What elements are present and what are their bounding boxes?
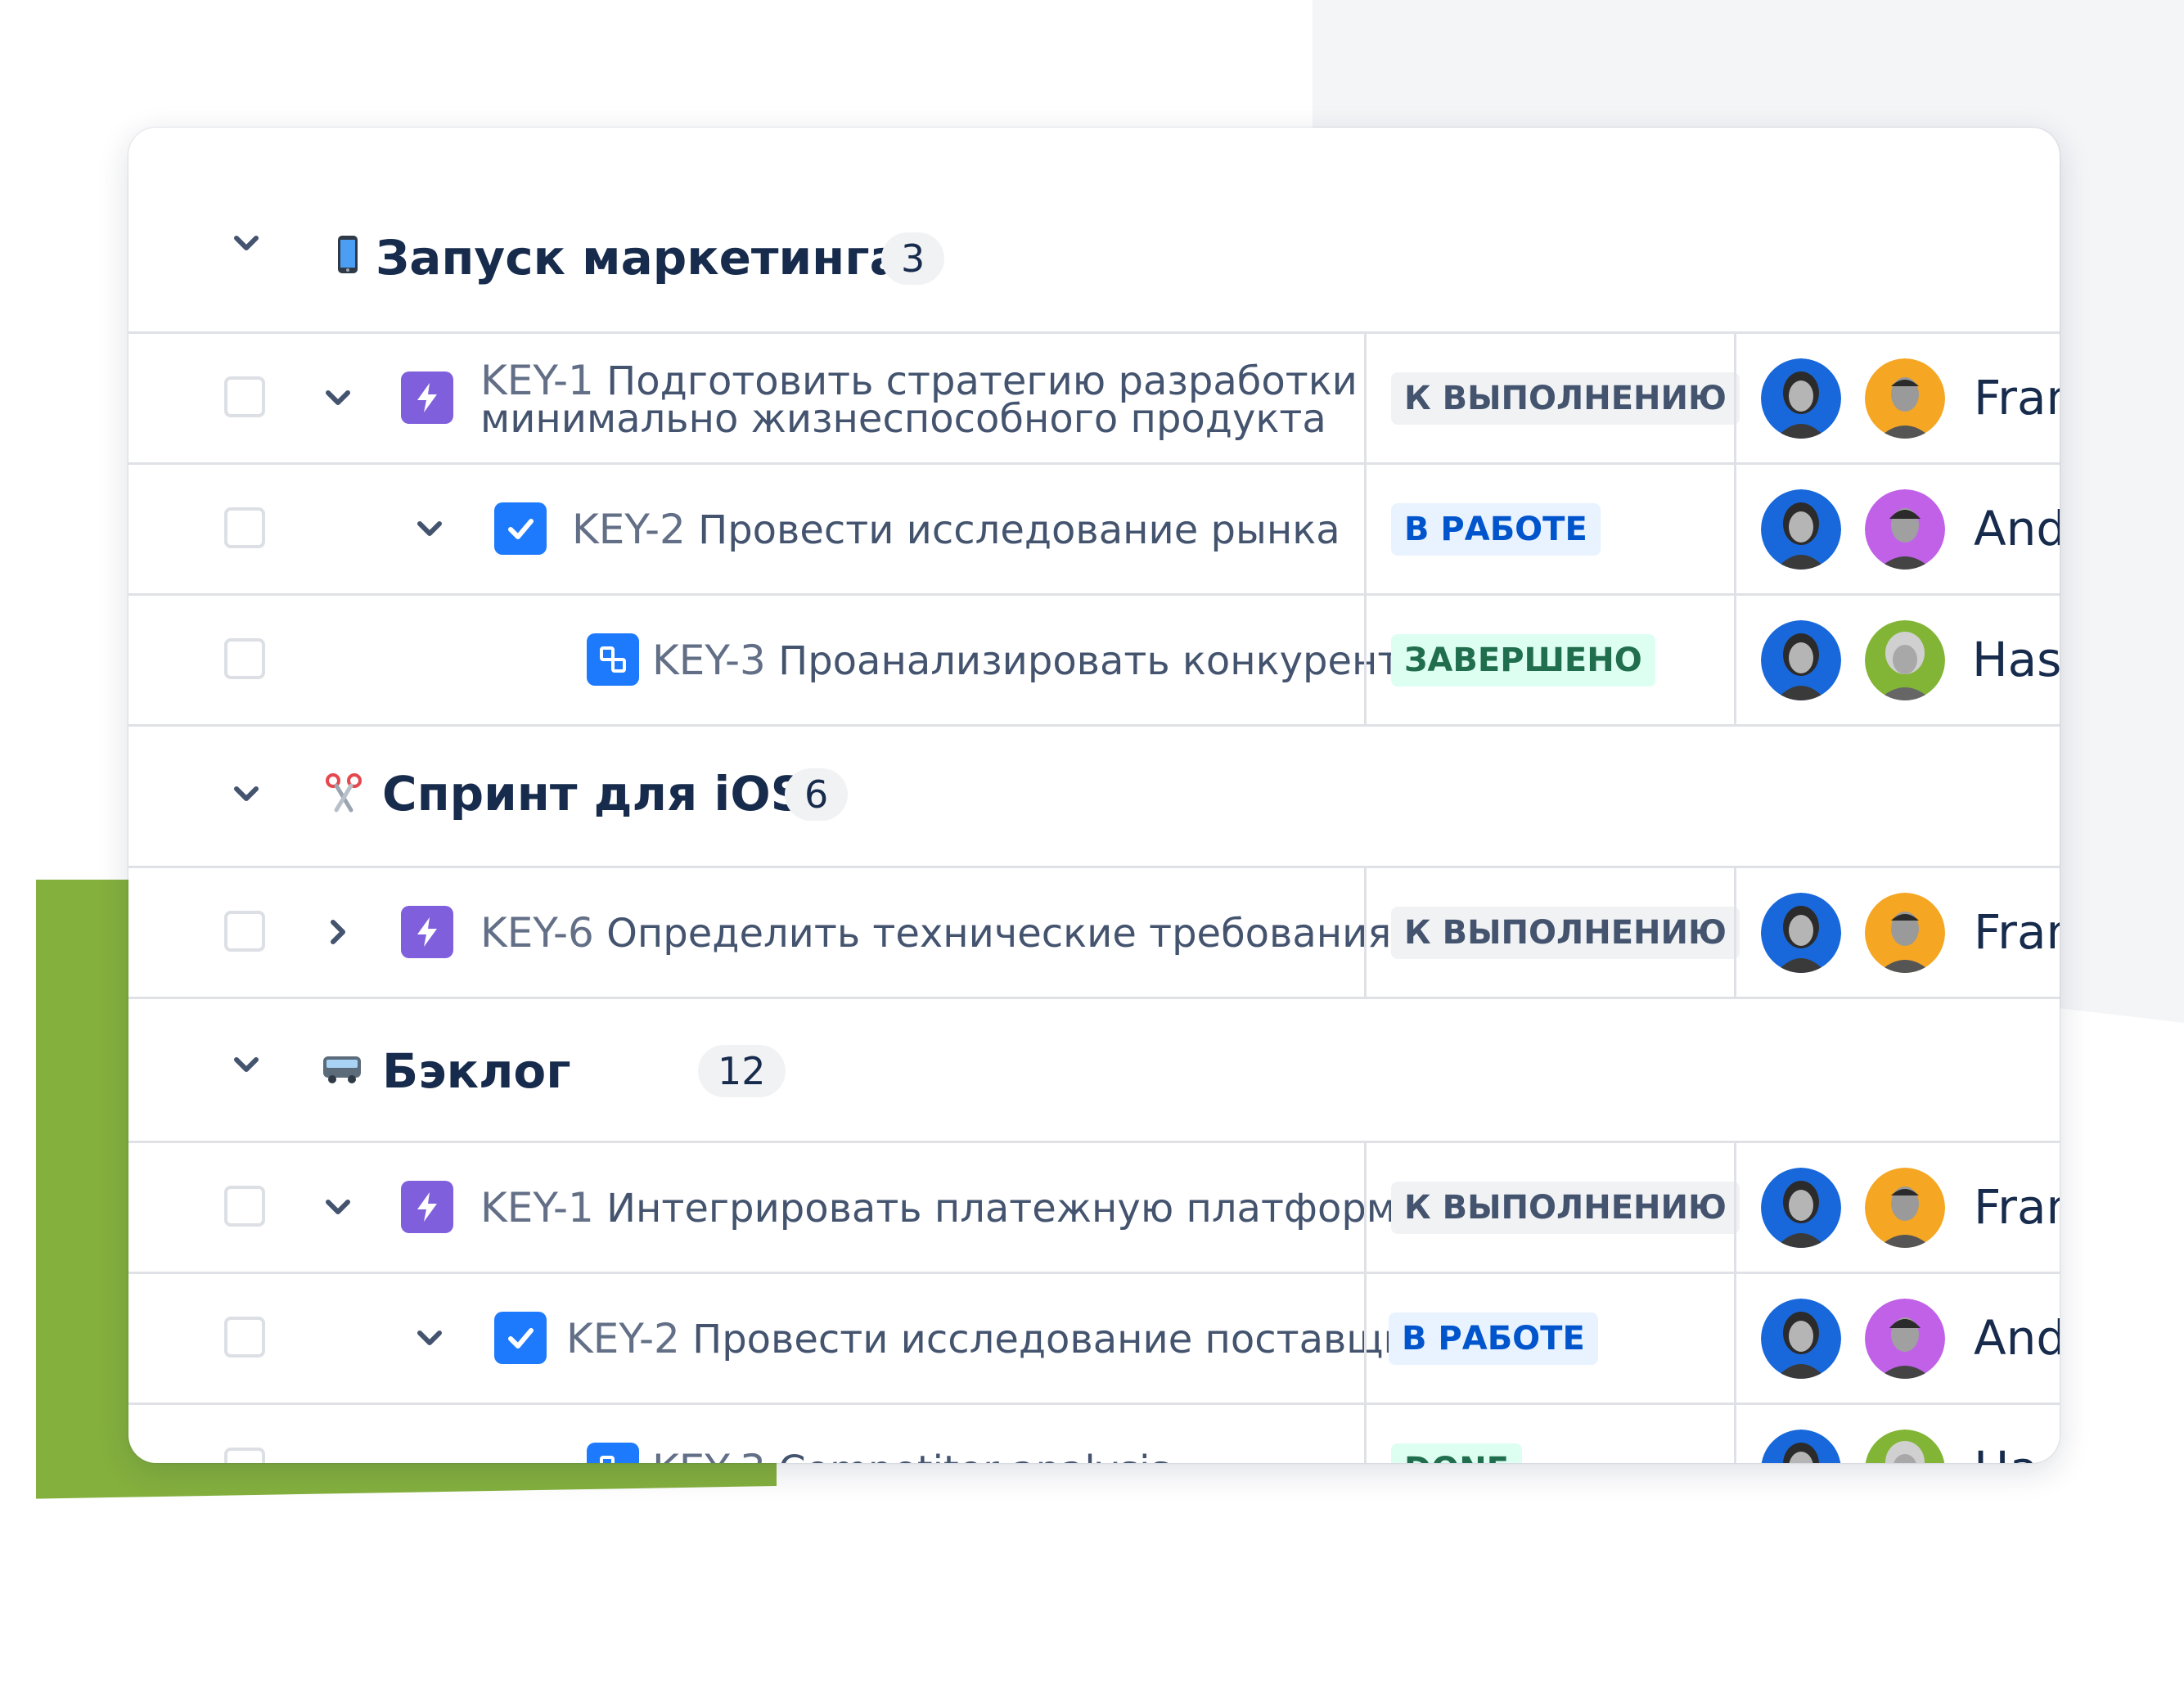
task-title-line2: минимально жизнеспособного продукта — [480, 396, 1326, 442]
avatar — [1865, 1168, 1945, 1248]
task-key: KEY-2 — [566, 1315, 680, 1362]
task-title-text: Проанализировать конкурентов — [778, 638, 1448, 684]
row-checkbox[interactable] — [224, 507, 265, 548]
lightning-icon — [401, 1181, 453, 1233]
chevron-right-icon[interactable] — [320, 914, 356, 950]
avatar — [1761, 1168, 1841, 1248]
assignee-name: Fran — [1974, 1179, 2060, 1235]
scissors-icon — [323, 772, 364, 813]
task-title-text: Провести исследование поставщиков — [692, 1317, 1480, 1362]
status-badge[interactable]: К ВЫПОЛНЕНИЮ — [1391, 1182, 1740, 1234]
task-key: KEY-3 — [652, 637, 766, 684]
chevron-down-icon[interactable] — [320, 1189, 356, 1225]
status-badge[interactable]: В РАБОТЕ — [1389, 1313, 1598, 1365]
status-badge[interactable]: К ВЫПОЛНЕНИЮ — [1391, 907, 1740, 959]
table-row[interactable]: KEY-3 Competitor analysis DONE Hass — [128, 1403, 2060, 1463]
task-title-text: Провести исследование рынка — [698, 507, 1340, 553]
group-header-backlog: Бэклог 12 — [128, 997, 2060, 1143]
task-title: KEY-6 Определить технические требования — [480, 912, 1391, 953]
table-row[interactable]: KEY-1 Подготовить стратегию разработки м… — [128, 331, 2060, 465]
avatar — [1761, 620, 1841, 700]
mobile-phone-icon — [327, 234, 368, 275]
group-count-badge: 12 — [698, 1045, 786, 1097]
avatar — [1761, 893, 1841, 973]
group-title: Запуск маркетинга — [376, 230, 902, 286]
row-checkbox[interactable] — [224, 911, 265, 952]
avatar — [1865, 1299, 1945, 1379]
task-title: KEY-1 Подготовить стратегию разработки м… — [480, 360, 1358, 439]
lightning-icon — [401, 906, 453, 958]
group-header-marketing: Запуск маркетинга 3 — [128, 128, 2060, 331]
avatar — [1761, 1430, 1841, 1463]
group-title: Спринт для iOS — [382, 766, 805, 822]
row-checkbox[interactable] — [224, 1186, 265, 1227]
subtask-icon — [587, 1443, 639, 1463]
avatar — [1865, 489, 1945, 570]
row-checkbox[interactable] — [224, 376, 265, 417]
assignee-name: Hass — [1972, 632, 2060, 687]
status-badge[interactable]: ЗАВЕРШЕНО — [1391, 634, 1655, 687]
chevron-down-icon[interactable] — [228, 776, 264, 812]
avatar — [1865, 620, 1945, 700]
chevron-down-icon[interactable] — [228, 225, 264, 261]
group-count-badge: 6 — [785, 768, 849, 821]
task-title: KEY-2 Провести исследование рынка — [572, 509, 1340, 550]
task-key: KEY-1 — [480, 1184, 594, 1231]
task-title: KEY-1 Интегрировать платежную платформу — [480, 1187, 1419, 1228]
checkmark-icon — [494, 1312, 547, 1364]
group-title: Бэклог — [382, 1043, 571, 1099]
task-title-text: Определить технические требования — [606, 911, 1392, 957]
lightning-icon — [401, 371, 453, 424]
chevron-down-icon[interactable] — [320, 380, 356, 416]
chevron-down-icon[interactable] — [412, 1320, 448, 1356]
table-row[interactable]: KEY-3 Проанализировать конкурентов ЗАВЕР… — [128, 593, 2060, 727]
avatar — [1865, 358, 1945, 439]
status-badge[interactable]: DONE — [1391, 1443, 1523, 1463]
subtask-icon — [587, 633, 639, 686]
row-checkbox[interactable] — [224, 638, 265, 679]
assignee-name: Fran — [1974, 904, 2060, 960]
avatar — [1865, 893, 1945, 973]
status-badge[interactable]: К ВЫПОЛНЕНИЮ — [1391, 372, 1740, 425]
task-key: KEY-6 — [480, 909, 594, 957]
table-row[interactable]: KEY-2 Провести исследование поставщиков … — [128, 1272, 2060, 1405]
task-title-text: Интегрировать платежную платформу — [606, 1186, 1420, 1231]
row-checkbox[interactable] — [224, 1317, 265, 1358]
table-row[interactable]: KEY-6 Определить технические требования … — [128, 866, 2060, 999]
avatar — [1761, 1299, 1841, 1379]
task-key: KEY-2 — [572, 506, 686, 553]
task-title: KEY-3 Проанализировать конкурентов — [652, 640, 1448, 681]
chevron-down-icon[interactable] — [228, 1047, 264, 1083]
avatar — [1761, 489, 1841, 570]
table-row[interactable]: KEY-1 Интегрировать платежную платформу … — [128, 1141, 2060, 1274]
assignee-name: Hass — [1974, 1441, 2060, 1463]
group-header-ios-sprint: Спринт для iOS 6 — [128, 724, 2060, 858]
task-title: KEY-2 Провести исследование поставщиков — [566, 1318, 1479, 1359]
group-count-badge: 3 — [881, 232, 945, 285]
status-badge[interactable]: В РАБОТЕ — [1391, 503, 1601, 556]
avatar — [1761, 358, 1841, 439]
assignee-name: And — [1974, 501, 2060, 556]
task-title: KEY-3 Competitor analysis — [652, 1448, 1170, 1463]
avatar — [1865, 1430, 1945, 1463]
table-row[interactable]: KEY-2 Провести исследование рынка В РАБО… — [128, 462, 2060, 596]
assignee-name: Fran — [1974, 370, 2060, 426]
chevron-down-icon[interactable] — [412, 511, 448, 547]
issue-list-card: Запуск маркетинга 3 KEY-1 Подготовить ст… — [128, 128, 2060, 1463]
assignee-name: And — [1974, 1310, 2060, 1366]
row-checkbox[interactable] — [224, 1448, 265, 1463]
bus-icon — [322, 1047, 362, 1087]
task-title-text: Competitor analysis — [778, 1448, 1170, 1463]
task-key: KEY-3 — [652, 1446, 766, 1463]
checkmark-icon — [494, 502, 547, 555]
